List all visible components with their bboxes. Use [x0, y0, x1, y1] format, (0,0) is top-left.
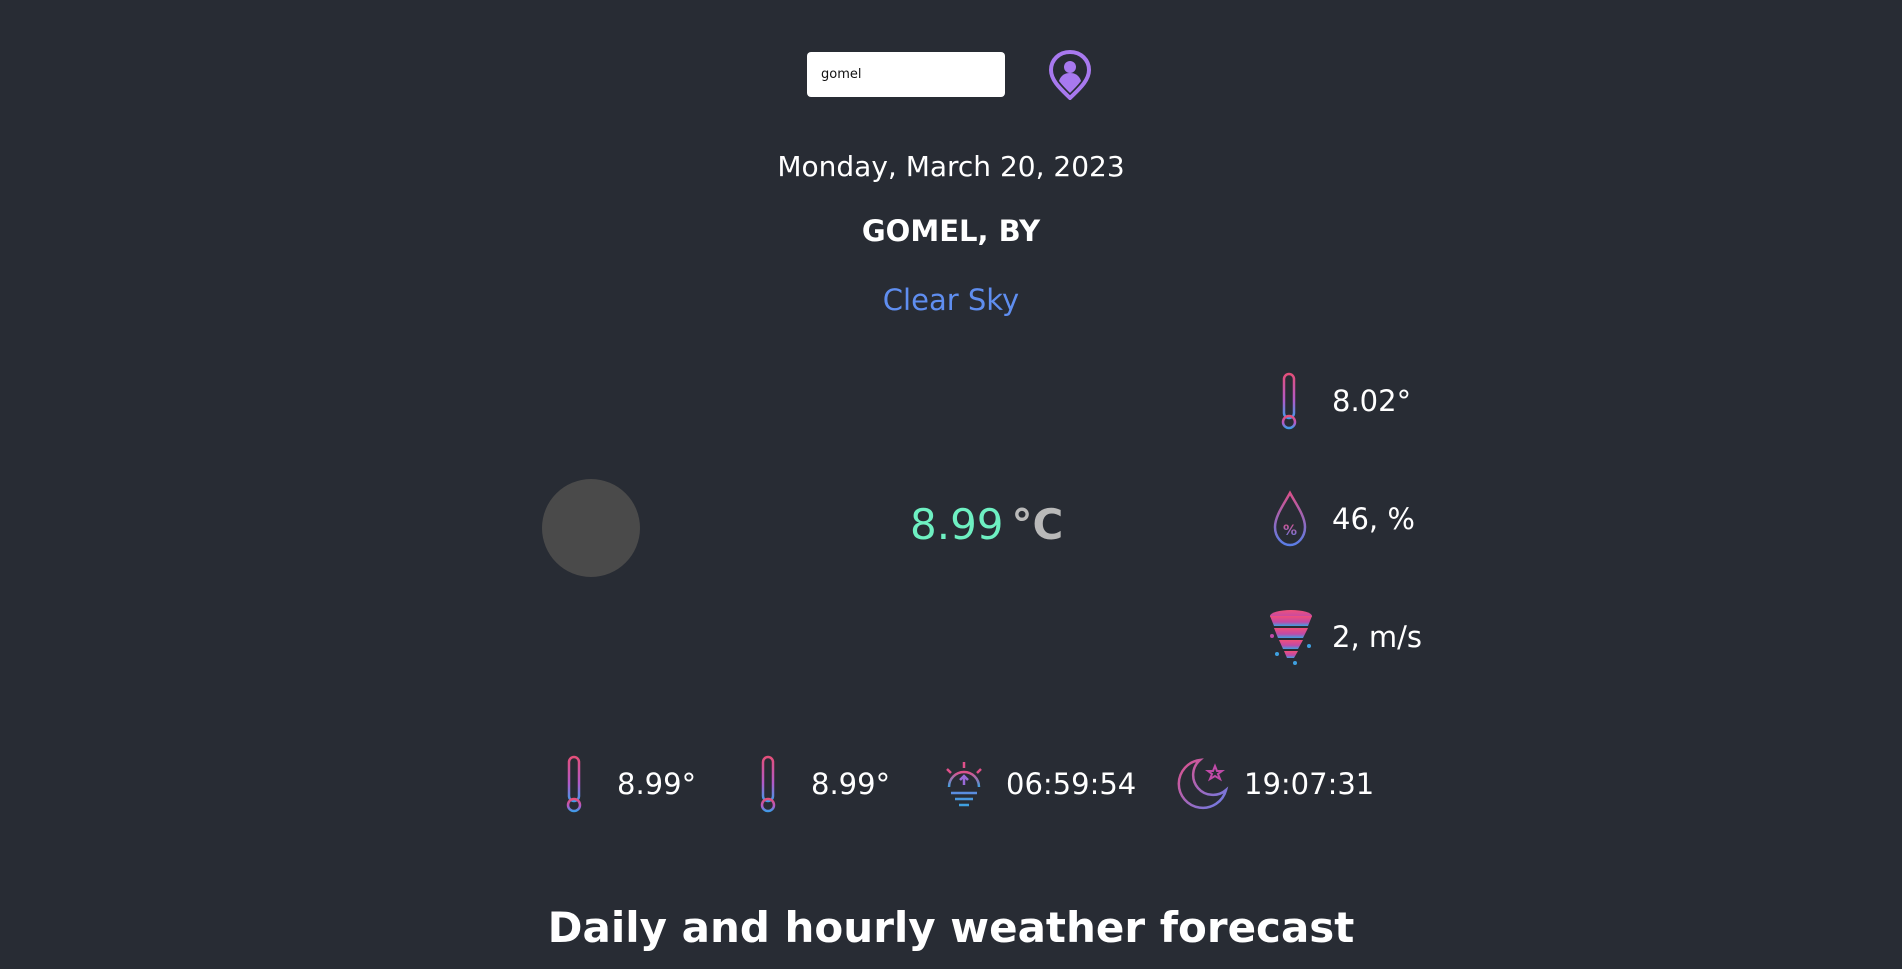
- temperature-unit: °C: [1011, 500, 1064, 549]
- wind-value: 2, m/s: [1332, 620, 1423, 654]
- sunrise-time: 06:59:54: [1006, 767, 1137, 801]
- thermometer-icon: [1281, 372, 1302, 430]
- humidity-stat: % 46, %: [1262, 489, 1415, 549]
- wind-stat: 2, m/s: [1262, 607, 1422, 667]
- sunset-stat: 19:07:31: [1172, 754, 1374, 814]
- current-location-button[interactable]: [1048, 49, 1092, 101]
- temp-min-value: 8.99°: [617, 767, 697, 801]
- svg-text:%: %: [1283, 523, 1297, 539]
- city-search-input[interactable]: [807, 52, 1005, 97]
- temp-max-stat: 8.99°: [739, 754, 890, 814]
- weather-icon: [542, 479, 640, 577]
- moon-star-icon: [1177, 758, 1229, 810]
- search-bar: [807, 49, 1092, 101]
- sunrise-icon: [937, 762, 991, 807]
- temp-min-stat: 8.99°: [545, 754, 696, 814]
- weather-condition: Clear Sky: [882, 283, 1020, 317]
- forecast-heading: Daily and hourly weather forecast: [547, 903, 1355, 952]
- thermometer-icon: [566, 755, 587, 813]
- sunrise-stat: 06:59:54: [934, 754, 1136, 814]
- thermometer-icon: [760, 755, 781, 813]
- weather-app: Monday, March 20, 2023 GOMEL, BY Clear S…: [0, 0, 1902, 969]
- tornado-icon: [1270, 610, 1312, 665]
- temp-max-value: 8.99°: [811, 767, 891, 801]
- water-drop-percent-icon: %: [1273, 490, 1307, 547]
- sunset-time: 19:07:31: [1244, 767, 1375, 801]
- current-temperature: 8.99 °C: [910, 500, 1063, 549]
- current-date: Monday, March 20, 2023: [777, 150, 1125, 183]
- temperature-value: 8.99: [910, 500, 1004, 549]
- location-pin-icon: [1048, 49, 1092, 101]
- city-name: GOMEL, BY: [861, 214, 1041, 248]
- feels-like-value: 8.02°: [1332, 384, 1412, 418]
- feels-like-stat: 8.02°: [1262, 371, 1411, 431]
- humidity-value: 46, %: [1332, 502, 1415, 536]
